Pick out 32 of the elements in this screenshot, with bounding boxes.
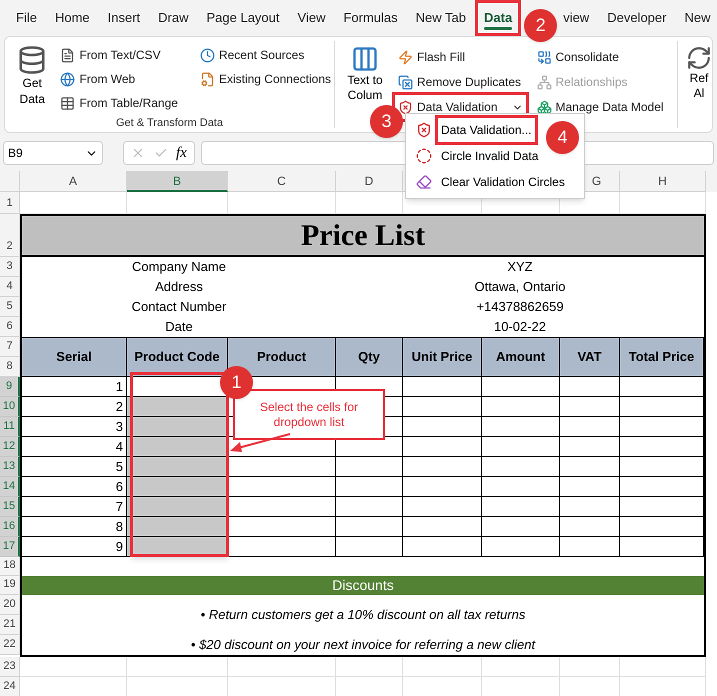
column-heading: Product — [228, 337, 336, 377]
info-label: Date — [164, 318, 194, 336]
column-heading: Total Price — [620, 337, 704, 377]
discounts-banner: Discounts — [20, 576, 706, 595]
column-heading: Qty — [336, 337, 403, 377]
info-label: Address — [154, 278, 204, 296]
info-label: Company Name — [131, 258, 227, 276]
discount-note: • $20 discount on your next invoice for referring a new client — [190, 636, 536, 654]
info-value: 10-02-22 — [492, 318, 548, 336]
info-value: XYZ — [506, 258, 534, 276]
serial-cell: 7 — [22, 497, 127, 517]
serial-cell: 2 — [22, 397, 127, 417]
serial-cell: 3 — [22, 417, 127, 437]
info-label: Contact Number — [130, 298, 228, 316]
serial-cell: 8 — [22, 517, 127, 537]
step-badge: 2 — [524, 8, 558, 42]
serial-cell: 5 — [22, 457, 127, 477]
column-heading: Unit Price — [403, 337, 482, 377]
serial-cell: 9 — [22, 537, 127, 557]
info-value: +14378862659 — [475, 298, 565, 316]
info-value: Ottawa, Ontario — [473, 278, 567, 296]
column-heading: Product Code — [127, 337, 228, 377]
serial-cell: 1 — [22, 377, 127, 397]
sheet-title: Price List — [20, 214, 706, 257]
discount-note: • Return customers get a 10% discount on all tax returns — [200, 606, 526, 624]
column-heading: VAT — [560, 337, 620, 377]
column-heading: Amount — [482, 337, 560, 377]
serial-cell: 4 — [22, 437, 127, 457]
serial-cell: 6 — [22, 477, 127, 497]
note-box: Select the cells for dropdown list — [233, 389, 385, 440]
group-label: Get & Transform Data — [115, 116, 224, 131]
column-heading: Serial — [22, 337, 127, 377]
